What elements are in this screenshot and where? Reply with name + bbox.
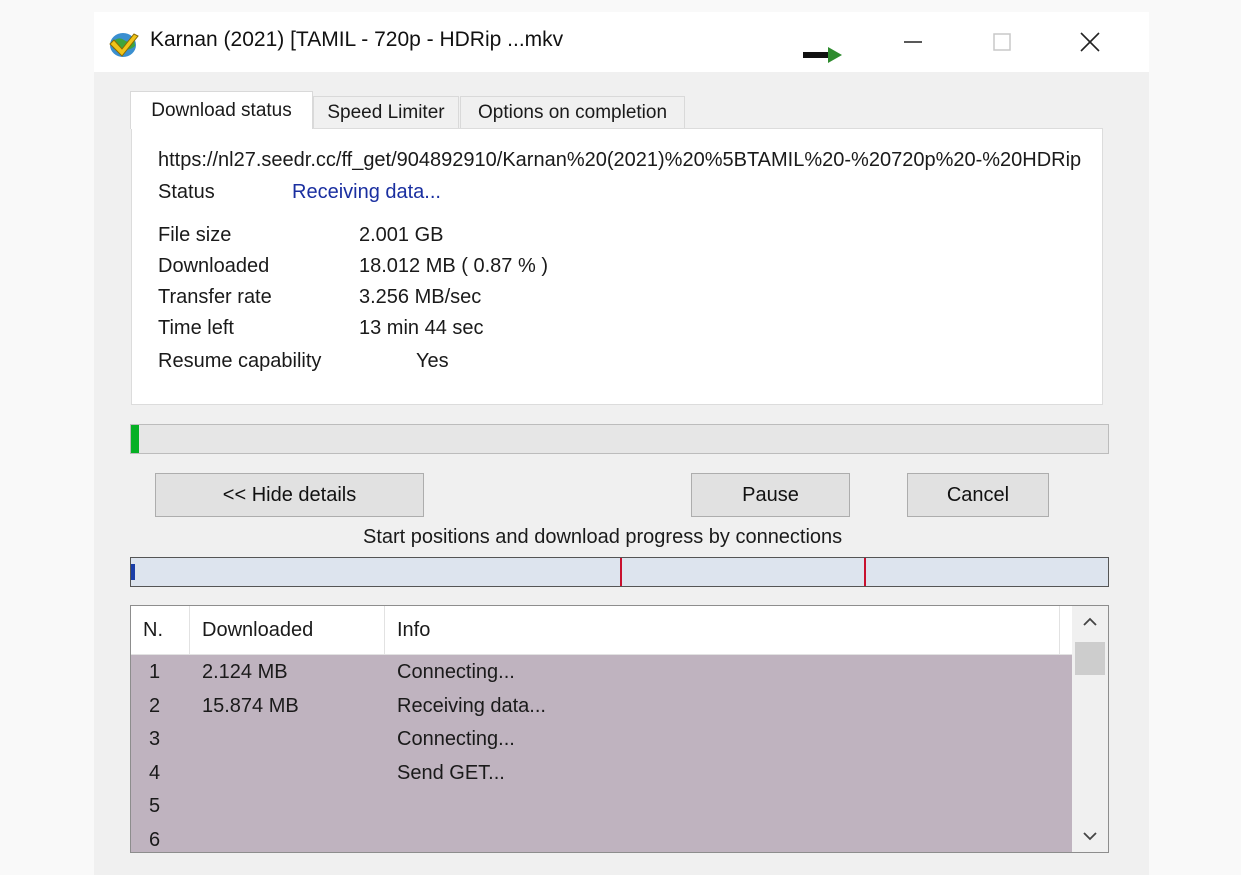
row-info: Connecting... xyxy=(397,728,515,750)
row-number: 3 xyxy=(149,728,161,750)
download-status-panel: https://nl27.seedr.cc/ff_get/904892910/K… xyxy=(131,128,1103,405)
hide-details-button[interactable]: << Hide details xyxy=(155,473,424,517)
time-left-value: 13 min 44 sec xyxy=(359,317,484,339)
connections-caption: Start positions and download progress by… xyxy=(363,526,843,548)
table-row[interactable]: 4 Send GET... xyxy=(131,757,1072,791)
resume-capability-value: Yes xyxy=(416,350,449,372)
scroll-down-button[interactable] xyxy=(1072,820,1108,852)
globe-download-icon xyxy=(108,30,142,58)
row-number: 2 xyxy=(149,694,161,717)
cancel-button[interactable]: Cancel xyxy=(907,473,1049,517)
row-info: Send GET... xyxy=(397,761,505,784)
tab-download-status[interactable]: Download status xyxy=(130,91,313,129)
row-info: Connecting... xyxy=(397,661,515,683)
overall-progress-fill xyxy=(131,425,139,453)
title-bar[interactable]: Karnan (2021) [TAMIL - 720p - HDRip ...m… xyxy=(94,12,1149,72)
transfer-rate-value: 3.256 MB/sec xyxy=(359,286,482,308)
scroll-up-button[interactable] xyxy=(1072,606,1108,638)
connection-progress-segment xyxy=(131,564,135,580)
connection-start-marker xyxy=(620,558,622,586)
status-value: Receiving data... xyxy=(292,181,441,203)
green-arrow-icon xyxy=(802,46,844,64)
minimize-button[interactable] xyxy=(880,12,946,72)
column-header-number[interactable]: N. xyxy=(131,606,190,655)
connections-progress-bar xyxy=(130,557,1109,587)
resume-capability-label: Resume capability xyxy=(158,350,322,372)
table-row[interactable]: 6 xyxy=(131,824,1072,853)
time-left-label: Time left xyxy=(158,317,234,339)
pause-button[interactable]: Pause xyxy=(691,473,850,517)
status-label: Status xyxy=(158,181,215,203)
table-row[interactable]: 1 2.124 MB Connecting... xyxy=(131,656,1072,690)
table-row[interactable]: 2 15.874 MB Receiving data... xyxy=(131,690,1072,724)
row-number: 1 xyxy=(149,661,161,683)
file-size-label: File size xyxy=(158,224,232,246)
row-downloaded: 2.124 MB xyxy=(202,661,288,683)
file-size-value: 2.001 GB xyxy=(359,224,444,246)
column-header-info[interactable]: Info xyxy=(385,606,1060,655)
chevron-up-icon xyxy=(1083,617,1097,626)
table-row[interactable]: 5 xyxy=(131,790,1072,824)
connection-start-marker xyxy=(864,558,866,586)
close-button[interactable] xyxy=(1057,12,1123,72)
row-number: 4 xyxy=(149,761,161,784)
row-number: 6 xyxy=(149,828,161,851)
connections-table: N. Downloaded Info 1 2.124 MB Connecting… xyxy=(130,605,1109,853)
tab-options-on-completion[interactable]: Options on completion xyxy=(460,96,685,129)
chevron-down-icon xyxy=(1083,832,1097,841)
download-dialog: Karnan (2021) [TAMIL - 720p - HDRip ...m… xyxy=(94,12,1149,875)
overall-progress-bar xyxy=(130,424,1109,454)
tab-speed-limiter[interactable]: Speed Limiter xyxy=(313,96,459,129)
table-row[interactable]: 3 Connecting... xyxy=(131,723,1072,757)
maximize-button[interactable] xyxy=(969,12,1035,72)
row-number: 5 xyxy=(149,795,161,817)
downloaded-label: Downloaded xyxy=(158,255,270,277)
column-header-downloaded[interactable]: Downloaded xyxy=(190,606,385,655)
table-scrollbar[interactable] xyxy=(1072,606,1108,852)
download-url: https://nl27.seedr.cc/ff_get/904892910/K… xyxy=(158,149,1082,171)
table-header: N. Downloaded Info xyxy=(131,606,1072,655)
transfer-rate-label: Transfer rate xyxy=(158,286,272,308)
window-title: Karnan (2021) [TAMIL - 720p - HDRip ...m… xyxy=(150,28,564,51)
table-body: 1 2.124 MB Connecting... 2 15.874 MB Rec… xyxy=(131,656,1072,853)
row-info: Receiving data... xyxy=(397,694,546,717)
scroll-thumb[interactable] xyxy=(1075,642,1105,675)
downloaded-value: 18.012 MB ( 0.87 % ) xyxy=(359,255,548,277)
row-downloaded: 15.874 MB xyxy=(202,694,299,717)
